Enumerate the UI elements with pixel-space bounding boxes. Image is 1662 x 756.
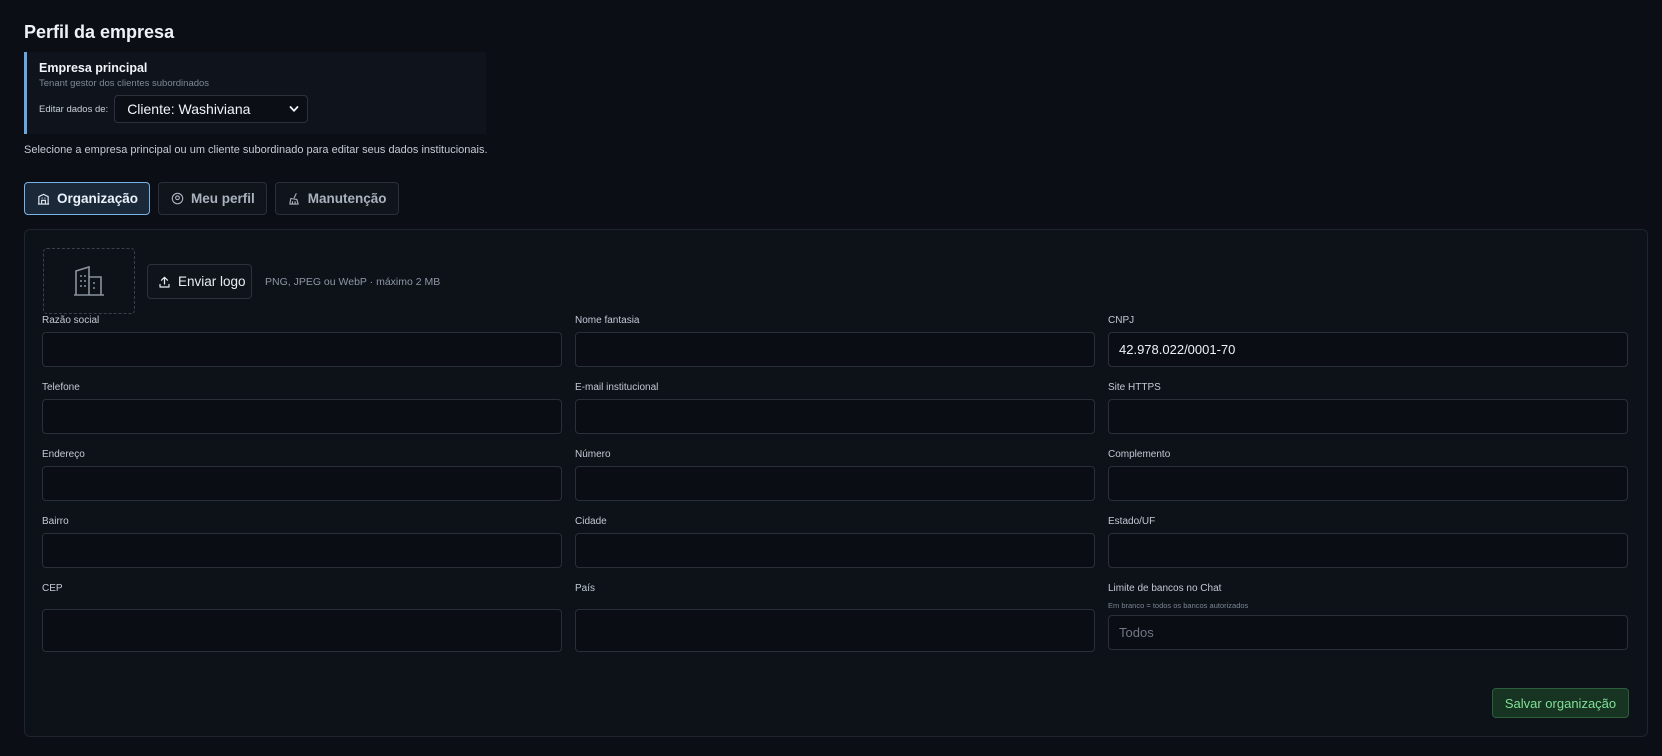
field-razao-social: Razão social [42,315,562,367]
tenant-title: Empresa principal [39,61,148,75]
site-input[interactable] [1108,399,1628,434]
field-label: Bairro [42,516,69,527]
field-label: Nome fantasia [575,315,640,326]
user-circle-icon [171,192,184,205]
field-label: Complemento [1108,449,1171,460]
page-title: Perfil da empresa [24,22,175,42]
cidade-input[interactable] [575,533,1095,568]
tab-label: Meu perfil [191,191,255,206]
organization-panel: Enviar logo PNG, JPEG ou WebP · máximo 2… [24,229,1648,737]
field-sublabel: Em branco = todos os bancos autorizados [1108,601,1249,610]
field-label: Limite de bancos no Chat [1108,583,1222,594]
field-label: Número [575,449,611,460]
selection-hint: Selecione a empresa principal ou um clie… [24,144,488,156]
field-complemento: Complemento [1108,449,1628,501]
field-label: País [575,583,596,594]
pais-input[interactable] [575,609,1095,652]
save-organization-button[interactable]: Salvar organização [1492,688,1629,718]
field-pais: País [575,583,1095,652]
page: Perfil da empresa Empresa principal Tena… [0,0,1662,756]
numero-input[interactable] [575,466,1095,501]
field-label: CNPJ [1108,315,1135,326]
tab-label: Organização [57,191,139,206]
endereco-input[interactable] [42,466,562,501]
estado-input[interactable] [1108,533,1628,568]
complemento-input[interactable] [1108,466,1628,501]
building-icon [37,193,50,205]
field-bairro: Bairro [42,516,562,568]
field-label: CEP [42,583,63,594]
field-label: Cidade [575,516,607,527]
upload-logo-label: Enviar logo [178,274,246,289]
field-estado: Estado/UF [1108,516,1628,568]
telefone-input[interactable] [42,399,562,434]
field-label: Telefone [42,382,80,393]
upload-icon [159,276,170,288]
field-label: E-mail institucional [575,382,659,393]
field-label: Estado/UF [1108,516,1156,527]
tenant-subtitle: Tenant gestor dos clientes subordinados [39,78,210,89]
tab-organizacao[interactable]: Organização [24,182,151,215]
field-email: E-mail institucional [575,382,1095,434]
field-nome-fantasia: Nome fantasia [575,315,1095,367]
field-cep: CEP [42,583,562,652]
upload-logo-button[interactable]: Enviar logo [147,264,252,299]
limite-bancos-input[interactable]: Todos [1108,615,1628,650]
logo-preview [43,248,135,314]
field-numero: Número [575,449,1095,501]
email-input[interactable] [575,399,1095,434]
bairro-input[interactable] [42,533,562,568]
field-cidade: Cidade [575,516,1095,568]
tab-manutencao[interactable]: Manutenção [274,182,399,215]
field-label: Endereço [42,449,85,460]
chevron-down-icon [289,106,299,112]
field-site: Site HTTPS [1108,382,1628,434]
field-telefone: Telefone [42,382,562,434]
cnpj-input[interactable]: 42.978.022/0001-70 [1108,332,1628,367]
field-endereco: Endereço [42,449,562,501]
field-limite-bancos: Limite de bancos no Chat Em branco = tod… [1108,583,1628,650]
building-icon [74,265,104,296]
razao-social-input[interactable] [42,332,562,367]
tenant-row: Editar dados de: Cliente: Washiviana [39,95,486,123]
broom-icon [289,193,299,205]
tenant-select[interactable]: Cliente: Washiviana [114,95,309,123]
field-label: Razão social [42,315,100,326]
upload-hint: PNG, JPEG ou WebP · máximo 2 MB [265,276,441,288]
edit-data-label: Editar dados de: [39,103,109,115]
tab-bar: Organização Meu perfil Manutenção [24,182,399,215]
field-cnpj: CNPJ 42.978.022/0001-70 [1108,315,1628,367]
field-label: Site HTTPS [1108,382,1161,393]
tab-meu-perfil[interactable]: Meu perfil [158,182,267,215]
tab-label: Manutenção [307,191,387,206]
cep-input[interactable] [42,609,562,652]
tenant-card: Empresa principal Tenant gestor dos clie… [24,52,486,134]
tenant-select-value: Cliente: Washiviana [127,101,251,117]
nome-fantasia-input[interactable] [575,332,1095,367]
